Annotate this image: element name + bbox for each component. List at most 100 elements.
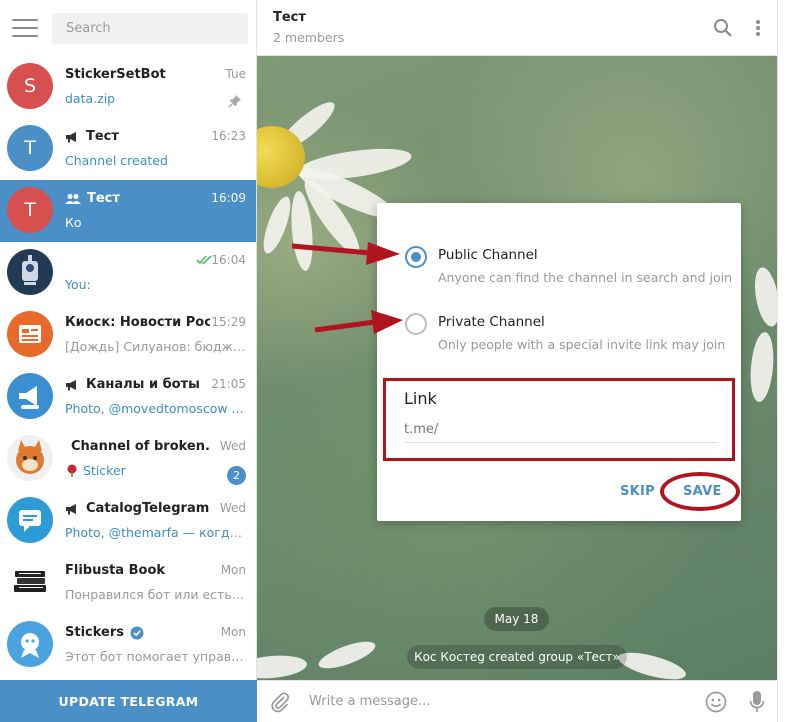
- chat-title-text: Flibusta Book: [65, 563, 166, 578]
- chat-preview: You:: [65, 277, 247, 292]
- link-label: Link: [404, 389, 437, 408]
- chat-title: StickerSetBot: [65, 67, 210, 82]
- emoji-icon[interactable]: [705, 691, 727, 713]
- robot-avatar: [7, 249, 53, 295]
- chat-title: Киоск: Новости Росс...: [65, 315, 210, 330]
- chat-time: 16:09: [211, 191, 246, 205]
- message-input[interactable]: Write a message...: [309, 694, 705, 709]
- search-icon[interactable]: [713, 18, 733, 38]
- chat-preview: Channel created: [65, 153, 247, 168]
- avatar-letter: T: [24, 137, 36, 159]
- arrow-to-public-icon: [291, 242, 400, 265]
- megaphone-icon: [66, 379, 76, 390]
- chat-preview-text: Channel created: [65, 153, 168, 168]
- chat-item-flibusta-book[interactable]: Flibusta Book Mon Понравился бот или ест…: [0, 552, 256, 614]
- chat-title-text: Тест: [87, 191, 120, 206]
- chat-preview: data.zip: [65, 91, 247, 106]
- date-chip: May 18: [484, 607, 549, 631]
- chat-time: Wed: [219, 501, 246, 515]
- chat-title-text: StickerSetBot: [65, 67, 166, 82]
- chat-time: 16:23: [211, 129, 246, 143]
- kiosk-avatar: [7, 311, 53, 357]
- link-field-highlight: Link: [383, 378, 735, 461]
- chat-time: 21:05: [211, 377, 246, 391]
- sticker-avatar: [7, 435, 53, 481]
- chat-header-subtitle: 2 members: [273, 30, 345, 45]
- public-channel-radio[interactable]: [405, 246, 427, 268]
- service-message: Кос Костеg created group «Тест»: [407, 645, 627, 669]
- read-checks-icon: [196, 255, 212, 265]
- chat-title-text: Каналы и боты: [86, 377, 200, 392]
- skip-button[interactable]: SKIP: [620, 484, 655, 499]
- private-channel-option[interactable]: Private Channel Only people with a speci…: [405, 313, 725, 357]
- avatar-letter: S: [23, 75, 37, 97]
- chat-preview: Photo, @movedtomoscow ...: [65, 401, 247, 416]
- chat-item-channel-of-broken[interactable]: Channel of broken... Wed Sticker 2: [0, 428, 256, 490]
- fox-sticker-icon: [16, 440, 44, 474]
- hamburger-menu-icon[interactable]: [12, 19, 38, 37]
- sidebar-top-bar: Search: [0, 0, 256, 56]
- chat-preview: Photo, @themarfa — когда ...: [65, 525, 247, 540]
- private-channel-description: Only people with a special invite link m…: [438, 337, 726, 352]
- microphone-icon[interactable]: [749, 690, 765, 714]
- chat-item-test-group[interactable]: T Тест 16:09 Ко: [0, 180, 256, 242]
- rose-sticker-icon: [67, 464, 77, 477]
- message-composer: Write a message...: [257, 680, 777, 722]
- chat-title: CatalogTelegram: [65, 501, 210, 516]
- chat-time: Mon: [220, 625, 246, 639]
- link-input[interactable]: [404, 417, 718, 443]
- news-icon: [19, 325, 41, 343]
- megaphone-logo-icon: [19, 386, 39, 409]
- megaphone-icon: [66, 131, 76, 142]
- chat-preview-text: Photo, @movedtomoscow ...: [65, 401, 244, 416]
- chat-title: Channel of broken...: [65, 439, 210, 454]
- chat-header: Тест 2 members: [257, 0, 777, 56]
- catalog-avatar: [7, 497, 53, 543]
- chat-header-title[interactable]: Тест: [273, 10, 761, 25]
- chat-bubble-icon: [19, 510, 41, 532]
- sticker-bot-icon: [21, 633, 39, 658]
- chat-title: Каналы и боты: [65, 377, 210, 392]
- arrow-to-private-icon: [314, 310, 403, 334]
- chat-time: Wed: [219, 439, 246, 453]
- private-channel-radio[interactable]: [405, 313, 427, 335]
- chat-item-kiosk[interactable]: Киоск: Новости Росс... 15:29 [Дождь] Сил…: [0, 304, 256, 366]
- more-vertical-icon[interactable]: [755, 19, 761, 37]
- avatar-letter: T: [24, 199, 36, 221]
- chat-item-stickers[interactable]: Stickers Mon Этот бот помогает управля..…: [0, 614, 256, 676]
- chat-list: S StickerSetBot Tue data.zip T Тест 16:2…: [0, 56, 256, 680]
- chat-title-text: Channel of broken...: [71, 439, 210, 454]
- chat-item-bot[interactable]: 16:04 You:: [0, 242, 256, 304]
- update-telegram-button[interactable]: UPDATE TELEGRAM: [0, 680, 257, 722]
- window-right-edge: [777, 0, 792, 722]
- chat-title: Тест: [65, 191, 210, 206]
- chat-item-stickersetbot[interactable]: S StickerSetBot Tue data.zip: [0, 56, 256, 118]
- flibusta-avatar: [7, 559, 53, 605]
- chat-title: Тест: [65, 129, 210, 144]
- chat-item-channels-and-bots[interactable]: Каналы и боты 21:05 Photo, @movedtomosco…: [0, 366, 256, 428]
- chat-item-catalogtelegram[interactable]: CatalogTelegram Wed Photo, @themarfa — к…: [0, 490, 256, 552]
- avatar: T: [7, 125, 53, 171]
- chat-preview: Sticker: [65, 463, 247, 478]
- telegram-window: Search S StickerSetBot Tue data.zip T Те…: [0, 0, 792, 722]
- chat-preview: Понравился бот или есть п...: [65, 587, 247, 602]
- chat-title: Stickers: [65, 625, 210, 640]
- chat-time: Tue: [225, 67, 247, 81]
- chat-title-text: Тест: [86, 129, 119, 144]
- chat-time: 15:29: [211, 315, 246, 329]
- channels-avatar: [7, 373, 53, 419]
- robot-icon: [22, 255, 38, 285]
- avatar: T: [7, 187, 53, 233]
- megaphone-icon: [66, 503, 76, 514]
- chat-item-test-channel[interactable]: T Тест 16:23 Channel created: [0, 118, 256, 180]
- avatar: S: [7, 63, 53, 109]
- paperclip-icon[interactable]: [269, 691, 291, 713]
- public-channel-option[interactable]: Public Channel Anyone can find the chann…: [405, 246, 732, 290]
- chat-time: Mon: [220, 563, 246, 577]
- chat-preview: [Дождь] Силуанов: бюджет...: [65, 339, 247, 354]
- chat-preview: Этот бот помогает управля...: [65, 649, 247, 664]
- chat-title-text: CatalogTelegram: [86, 501, 210, 516]
- chat-title-text: Stickers: [65, 625, 125, 640]
- public-channel-description: Anyone can find the channel in search an…: [438, 270, 733, 285]
- search-input[interactable]: Search: [52, 12, 248, 44]
